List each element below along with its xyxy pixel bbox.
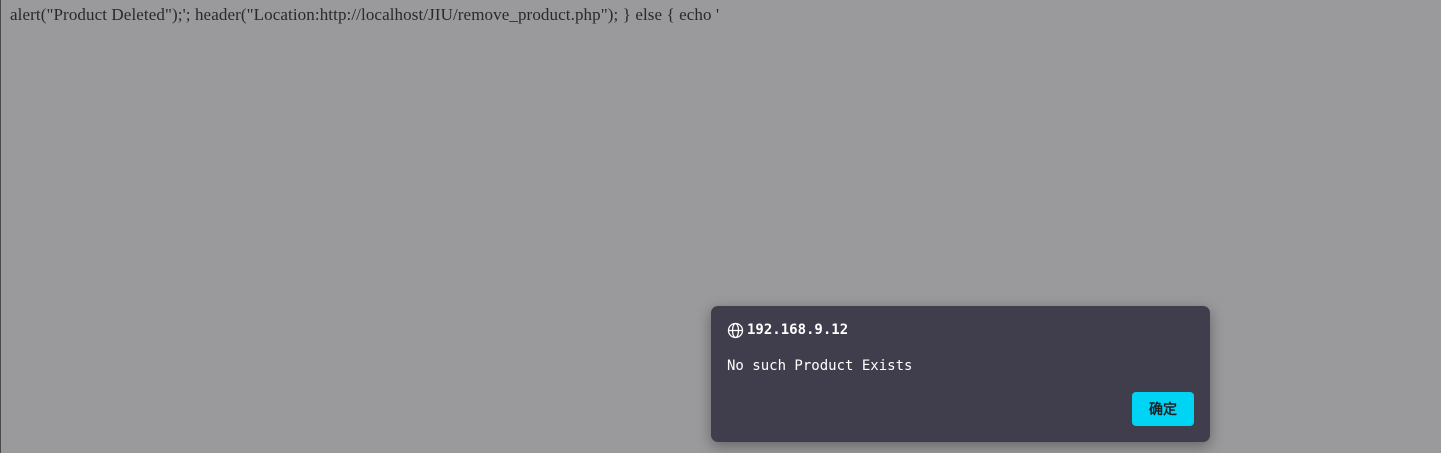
ok-button[interactable]: 确定 <box>1132 392 1194 426</box>
dialog-header: 192.168.9.12 <box>727 321 848 339</box>
globe-icon <box>727 322 744 339</box>
dialog-message: No such Product Exists <box>727 358 913 374</box>
dialog-origin: 192.168.9.12 <box>747 322 849 338</box>
alert-dialog: 192.168.9.12 No such Product Exists 确定 <box>711 306 1210 442</box>
